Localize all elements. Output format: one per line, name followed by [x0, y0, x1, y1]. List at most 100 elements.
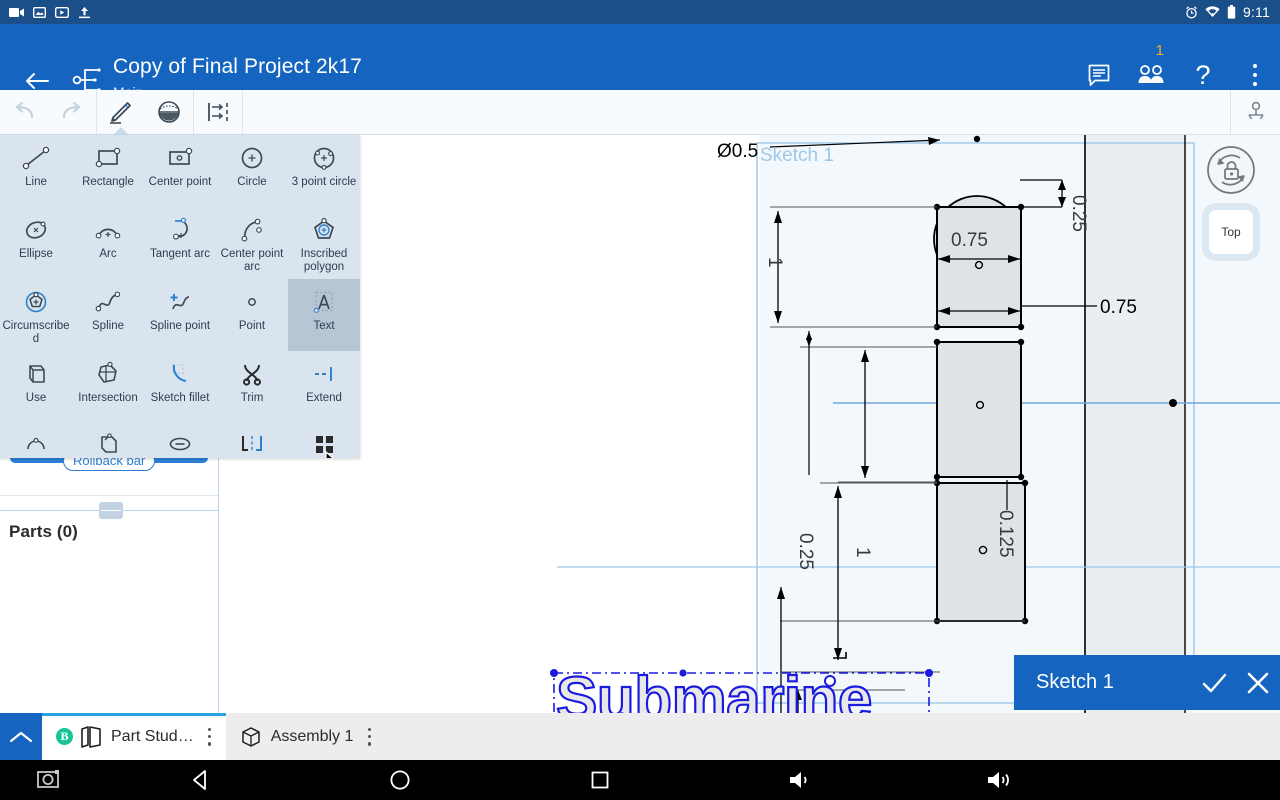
shaded-sphere-icon[interactable] — [145, 90, 193, 134]
sketch-tool-pattern[interactable] — [288, 423, 360, 458]
sketch-tool-rectangle[interactable]: Rectangle — [72, 135, 144, 207]
alarm-icon — [1186, 5, 1197, 18]
sketch-tool-extend[interactable]: Extend — [288, 351, 360, 423]
sketch-tool-center-point-rectangle[interactable]: Center point — [144, 135, 216, 207]
sketch-tool-circumscribed-polygon[interactable]: Circumscribed — [0, 279, 72, 351]
sketch-tool-label: Use — [25, 392, 47, 404]
rotation-lock-icon[interactable] — [1206, 145, 1256, 195]
intersection-icon — [93, 359, 123, 389]
text-icon — [309, 287, 339, 317]
spline-point-icon — [165, 287, 195, 317]
sketch-tool-palette[interactable]: Line Rectangle Center point Circle 3 poi… — [0, 135, 360, 458]
tab-assembly-1[interactable]: Assembly 1 — [225, 713, 386, 760]
sketch-tool-label: Inscribed polygon — [300, 248, 348, 273]
back-triangle-icon[interactable] — [100, 769, 300, 791]
sketch-tool-label: Point — [238, 320, 266, 332]
panel-drag-handle[interactable] — [99, 502, 123, 519]
sketch-tool-3-point-circle[interactable]: 3 point circle — [288, 135, 360, 207]
sketch-tool-text[interactable]: Text — [288, 279, 360, 351]
ellipse-icon — [21, 215, 51, 245]
home-circle-icon[interactable] — [300, 769, 500, 791]
redo-icon[interactable] — [48, 90, 96, 134]
sketch-tool-trim[interactable]: Trim — [216, 351, 288, 423]
sketch-tool-label: Extend — [306, 392, 342, 404]
extend-icon — [309, 359, 339, 389]
undo-icon[interactable] — [0, 90, 48, 134]
volume-up-icon[interactable] — [900, 769, 1100, 791]
inscribed-polygon-icon — [309, 215, 339, 245]
arc-icon — [93, 215, 123, 245]
dimension-icon[interactable] — [194, 90, 242, 134]
sketch-tool-mirror[interactable] — [216, 423, 288, 458]
sketch-tool-label: Center point — [148, 176, 212, 188]
sketch-tool-label: Spline — [92, 320, 124, 332]
measure-tool-icon[interactable] — [1230, 90, 1280, 134]
tab-overflow-icon[interactable] — [207, 727, 212, 746]
sketch-tool-center-point-arc[interactable]: Center point arc — [216, 207, 288, 279]
sketch-tool-label: 3 point circle — [291, 176, 357, 188]
dim-1-lower: 1 — [852, 547, 873, 558]
tab-part-studio[interactable]: B Part Stud… — [42, 713, 226, 760]
sketch-confirm-bar: Sketch 1 — [1014, 655, 1280, 710]
mouse-cursor-icon — [325, 451, 334, 458]
help-question-mark: ? — [1195, 59, 1211, 90]
overflow-menu-icon[interactable] — [1240, 60, 1270, 90]
sketch-tool-sketch-fillet[interactable]: Sketch fillet — [144, 351, 216, 423]
dim-diameter-0-5: Ø0.5 — [717, 141, 758, 162]
sketch-tool-circle[interactable]: Circle — [216, 135, 288, 207]
sketch-tool-use[interactable]: Use — [0, 351, 72, 423]
upload-icon — [79, 6, 90, 18]
dim-0-75-top: 0.75 — [951, 230, 988, 251]
tab-label: Part Stud… — [111, 727, 194, 745]
check-icon[interactable] — [1192, 661, 1236, 705]
sketch-tool-label: Trim — [240, 392, 264, 404]
sketch-tool-offset[interactable] — [72, 423, 144, 458]
point-icon — [237, 287, 267, 317]
sketch-tool-inscribed-polygon[interactable]: Inscribed polygon — [288, 207, 360, 279]
sketch-tool-ellipse[interactable]: Ellipse — [0, 207, 72, 279]
assembly-icon — [240, 726, 262, 748]
tab-status-badge: B — [56, 728, 73, 745]
sketch-fillet-icon — [165, 359, 195, 389]
mirror-icon — [237, 431, 267, 458]
sketch-tool-point[interactable]: Point — [216, 279, 288, 351]
sketch-tool-spline[interactable]: Spline — [72, 279, 144, 351]
view-orientation-label: Top — [1221, 225, 1241, 239]
remove-icon — [165, 431, 195, 458]
sketch-tool-arc[interactable]: Arc — [72, 207, 144, 279]
bottom-tab-strip: B Part Stud… Assembly 1 — [0, 713, 1280, 760]
wifi-icon — [1205, 6, 1220, 17]
app-header-bar: Copy of Final Project 2k17 Main 1 ? — [0, 24, 1280, 100]
offset-arc-icon — [21, 431, 51, 458]
expand-chevron-icon[interactable] — [0, 713, 42, 760]
sketch-tool-line[interactable]: Line — [0, 135, 72, 207]
sketch-pencil-icon[interactable] — [97, 90, 145, 134]
tool-ribbon — [0, 90, 1280, 135]
screenshot-icon[interactable] — [0, 769, 100, 791]
dim-1-upper: 1 — [764, 257, 785, 268]
recents-square-icon[interactable] — [500, 770, 700, 790]
sketch-label-canvas: Sketch 1 — [760, 145, 834, 166]
image-icon — [33, 6, 46, 18]
sketch-tool-offset-arc[interactable] — [0, 423, 72, 458]
comments-icon[interactable] — [1084, 60, 1114, 90]
volume-down-icon[interactable] — [700, 769, 900, 791]
sketch-tool-intersection[interactable]: Intersection — [72, 351, 144, 423]
sketch-tool-label: Intersection — [78, 392, 138, 404]
sketch-tool-remove[interactable] — [144, 423, 216, 458]
sketch-name-label: Sketch 1 — [1036, 671, 1114, 693]
sketch-tool-tangent-arc[interactable]: Tangent arc — [144, 207, 216, 279]
parts-section-title: Parts (0) — [9, 522, 78, 541]
mode-group — [97, 90, 194, 134]
tab-overflow-icon[interactable] — [367, 727, 372, 746]
close-icon[interactable] — [1236, 661, 1280, 705]
view-orientation-cube[interactable]: Top — [1209, 210, 1253, 254]
panel-separator-top — [0, 495, 219, 496]
collaborators-icon[interactable]: 1 — [1136, 43, 1166, 90]
sketch-tool-label: Spline point — [149, 320, 211, 332]
status-bar-right-icons: 9:11 — [1185, 4, 1280, 20]
sketch-tool-spline-point[interactable]: Spline point — [144, 279, 216, 351]
document-title: Copy of Final Project 2k17 — [113, 55, 362, 78]
dim-0-75-right: 0.75 — [1100, 297, 1137, 318]
help-icon[interactable]: ? — [1188, 60, 1218, 90]
